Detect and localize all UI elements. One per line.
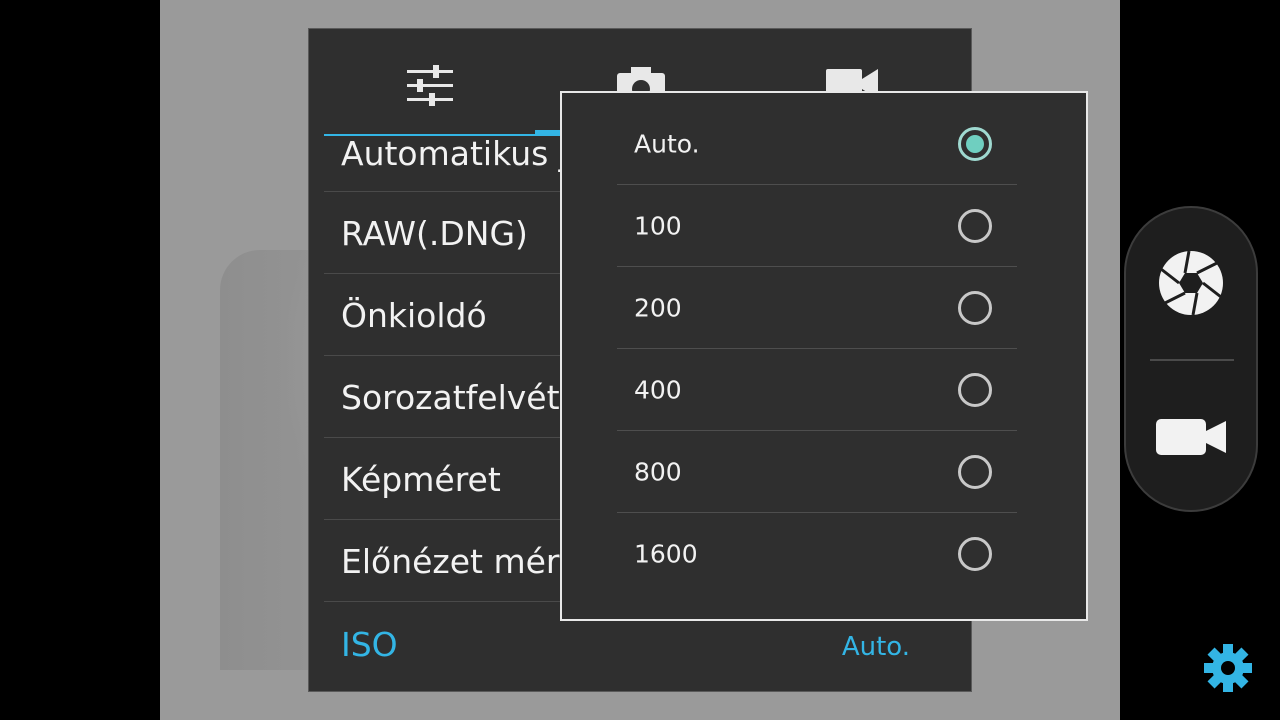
tab-general[interactable] <box>324 29 535 137</box>
iso-option-1600[interactable]: 1600 <box>617 513 1017 595</box>
setting-label: Előnézet mére <box>341 542 580 581</box>
iso-option-label: Auto. <box>634 129 700 158</box>
iso-popup: Auto. 100 200 400 800 1600 <box>560 91 1088 621</box>
shutter-divider <box>1150 359 1234 361</box>
shutter-bar <box>1124 206 1258 512</box>
iso-option-label: 400 <box>634 375 682 404</box>
settings-gear-button[interactable] <box>1203 643 1253 693</box>
iso-option-label: 1600 <box>634 539 698 569</box>
sliders-icon <box>406 65 453 106</box>
radio-unselected-icon[interactable] <box>958 454 992 489</box>
iso-option-label: 800 <box>634 457 682 486</box>
iso-option-label: 200 <box>634 293 682 322</box>
setting-label: ISO <box>341 625 398 664</box>
radio-unselected-icon[interactable] <box>958 537 992 571</box>
setting-value: Auto. <box>841 632 910 662</box>
setting-label: Önkioldó <box>341 296 487 335</box>
iso-option-400[interactable]: 400 <box>617 349 1017 431</box>
radio-selected-icon[interactable] <box>958 126 992 161</box>
setting-label: RAW(.DNG) <box>341 214 528 253</box>
radio-unselected-icon[interactable] <box>958 208 992 243</box>
photo-shutter-button[interactable] <box>1126 208 1256 358</box>
video-camera-icon <box>1156 419 1226 455</box>
video-record-button[interactable] <box>1126 362 1256 512</box>
setting-label: Automatikus j <box>341 134 568 173</box>
aperture-icon <box>1159 250 1223 316</box>
iso-option-100[interactable]: 100 <box>617 185 1017 267</box>
iso-option-800[interactable]: 800 <box>617 431 1017 513</box>
radio-unselected-icon[interactable] <box>958 290 992 325</box>
setting-label: Képméret <box>341 460 501 499</box>
setting-label: Sorozatfelvéte <box>341 378 580 417</box>
iso-option-200[interactable]: 200 <box>617 267 1017 349</box>
iso-option-label: 100 <box>634 211 682 240</box>
gear-icon <box>1204 644 1252 692</box>
radio-unselected-icon[interactable] <box>958 372 992 407</box>
iso-option-auto[interactable]: Auto. <box>617 103 1017 185</box>
